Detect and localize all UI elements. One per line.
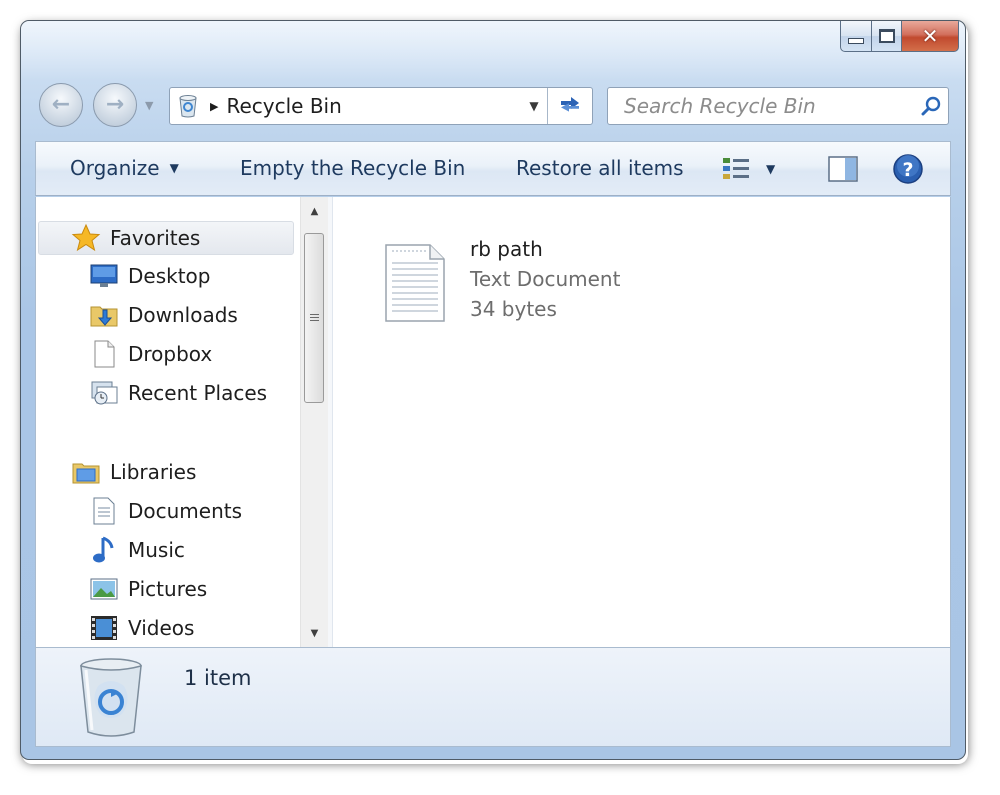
nav-videos[interactable]: Videos xyxy=(88,611,194,645)
view-options-icon xyxy=(723,158,749,179)
nav-music-label: Music xyxy=(128,538,185,562)
nav-downloads-label: Downloads xyxy=(128,303,238,327)
nav-favorites-label: Favorites xyxy=(110,226,201,250)
favorites-star-icon xyxy=(70,222,102,254)
explorer-window: ✕ ← → ▼ ▶ Recycle Bin ▼ Search Recycle B… xyxy=(20,20,966,760)
navigation-pane: Favorites Desktop Downloads Dropbox Rece… xyxy=(36,197,298,647)
scroll-down-button[interactable]: ▼ xyxy=(301,619,328,647)
address-bar[interactable]: ▶ Recycle Bin ▼ xyxy=(169,87,593,125)
nav-dropbox-label: Dropbox xyxy=(128,342,213,366)
nav-pictures-label: Pictures xyxy=(128,577,208,601)
file-name[interactable]: rb path xyxy=(470,237,543,261)
arrow-left-icon: ← xyxy=(51,92,71,117)
minimize-icon xyxy=(848,38,864,44)
nav-pictures[interactable]: Pictures xyxy=(88,572,207,606)
desktop-icon xyxy=(88,260,120,292)
search-input[interactable] xyxy=(622,93,916,119)
explorer-body: Favorites Desktop Downloads Dropbox Rece… xyxy=(35,197,951,647)
scrollbar-thumb[interactable] xyxy=(304,233,324,403)
help-icon: ? xyxy=(893,154,923,184)
empty-recycle-bin-label: Empty the Recycle Bin xyxy=(240,156,466,180)
preview-pane-button[interactable] xyxy=(828,156,858,186)
breadcrumb-separator[interactable]: ▶ xyxy=(210,100,218,113)
chevron-down-icon: ▼ xyxy=(169,161,179,175)
nav-recent-places-label: Recent Places xyxy=(128,381,268,405)
recycle-bin-icon xyxy=(76,656,146,744)
address-dropdown-button[interactable]: ▼ xyxy=(521,88,547,124)
nav-favorites[interactable]: Favorites xyxy=(70,221,200,255)
music-icon xyxy=(88,534,120,566)
nav-videos-label: Videos xyxy=(128,616,195,640)
text-document-icon[interactable] xyxy=(382,241,448,329)
nav-documents[interactable]: Documents xyxy=(88,494,242,528)
nav-downloads[interactable]: Downloads xyxy=(88,298,238,332)
nav-desktop[interactable]: Desktop xyxy=(88,259,210,293)
recycle-bin-small-icon xyxy=(174,92,202,120)
restore-all-items-button[interactable]: Restore all items xyxy=(516,156,684,180)
forward-button[interactable]: → xyxy=(93,83,137,127)
search-box[interactable] xyxy=(607,87,949,125)
views-chevron-down-icon[interactable]: ▼ xyxy=(766,162,775,176)
caption-buttons: ✕ xyxy=(840,21,959,53)
organize-button[interactable]: Organize ▼ xyxy=(70,156,179,180)
nav-pane-scrollbar[interactable]: ▲ ▼ xyxy=(300,197,328,647)
search-icon[interactable] xyxy=(916,95,948,117)
refresh-button[interactable] xyxy=(547,88,592,124)
scroll-up-button[interactable]: ▲ xyxy=(301,197,328,225)
maximize-icon xyxy=(878,29,895,43)
refresh-icon xyxy=(561,97,579,112)
arrow-right-icon: → xyxy=(105,92,125,117)
empty-recycle-bin-button[interactable]: Empty the Recycle Bin xyxy=(240,156,465,180)
grip-icon xyxy=(309,313,319,323)
recent-pages-dropdown[interactable]: ▼ xyxy=(145,99,153,112)
nav-recent-places[interactable]: Recent Places xyxy=(88,376,267,410)
nav-libraries[interactable]: Libraries xyxy=(70,455,196,489)
nav-music[interactable]: Music xyxy=(88,533,185,567)
nav-dropbox[interactable]: Dropbox xyxy=(88,337,212,371)
command-bar: Organize ▼ Empty the Recycle Bin Restore… xyxy=(35,141,951,196)
recent-places-icon xyxy=(88,377,120,409)
documents-icon xyxy=(88,495,120,527)
pane-divider[interactable] xyxy=(328,197,333,647)
maximize-button[interactable] xyxy=(872,21,902,52)
minimize-button[interactable] xyxy=(840,21,872,52)
dropbox-icon xyxy=(88,338,120,370)
close-button[interactable]: ✕ xyxy=(902,21,959,52)
file-size: 34 bytes xyxy=(470,297,557,321)
organize-label: Organize xyxy=(70,156,160,180)
change-view-button[interactable]: ▼ xyxy=(722,156,775,182)
pictures-icon xyxy=(88,573,120,605)
item-count: 1 item xyxy=(184,666,252,690)
file-type: Text Document xyxy=(470,267,621,291)
nav-libraries-label: Libraries xyxy=(110,460,197,484)
file-list: rb path Text Document 34 bytes xyxy=(334,197,950,647)
nav-documents-label: Documents xyxy=(128,499,243,523)
help-button[interactable]: ? xyxy=(892,153,924,189)
breadcrumb-recycle-bin[interactable]: Recycle Bin xyxy=(226,94,521,118)
back-button[interactable]: ← xyxy=(39,83,83,127)
preview-pane-icon xyxy=(828,156,858,182)
restore-all-items-label: Restore all items xyxy=(516,156,684,180)
svg-text:?: ? xyxy=(902,159,913,181)
close-icon: ✕ xyxy=(921,24,939,48)
libraries-icon xyxy=(70,456,102,488)
downloads-icon xyxy=(88,299,120,331)
nav-desktop-label: Desktop xyxy=(128,264,211,288)
videos-icon xyxy=(88,612,120,644)
details-pane: 1 item xyxy=(35,647,951,747)
